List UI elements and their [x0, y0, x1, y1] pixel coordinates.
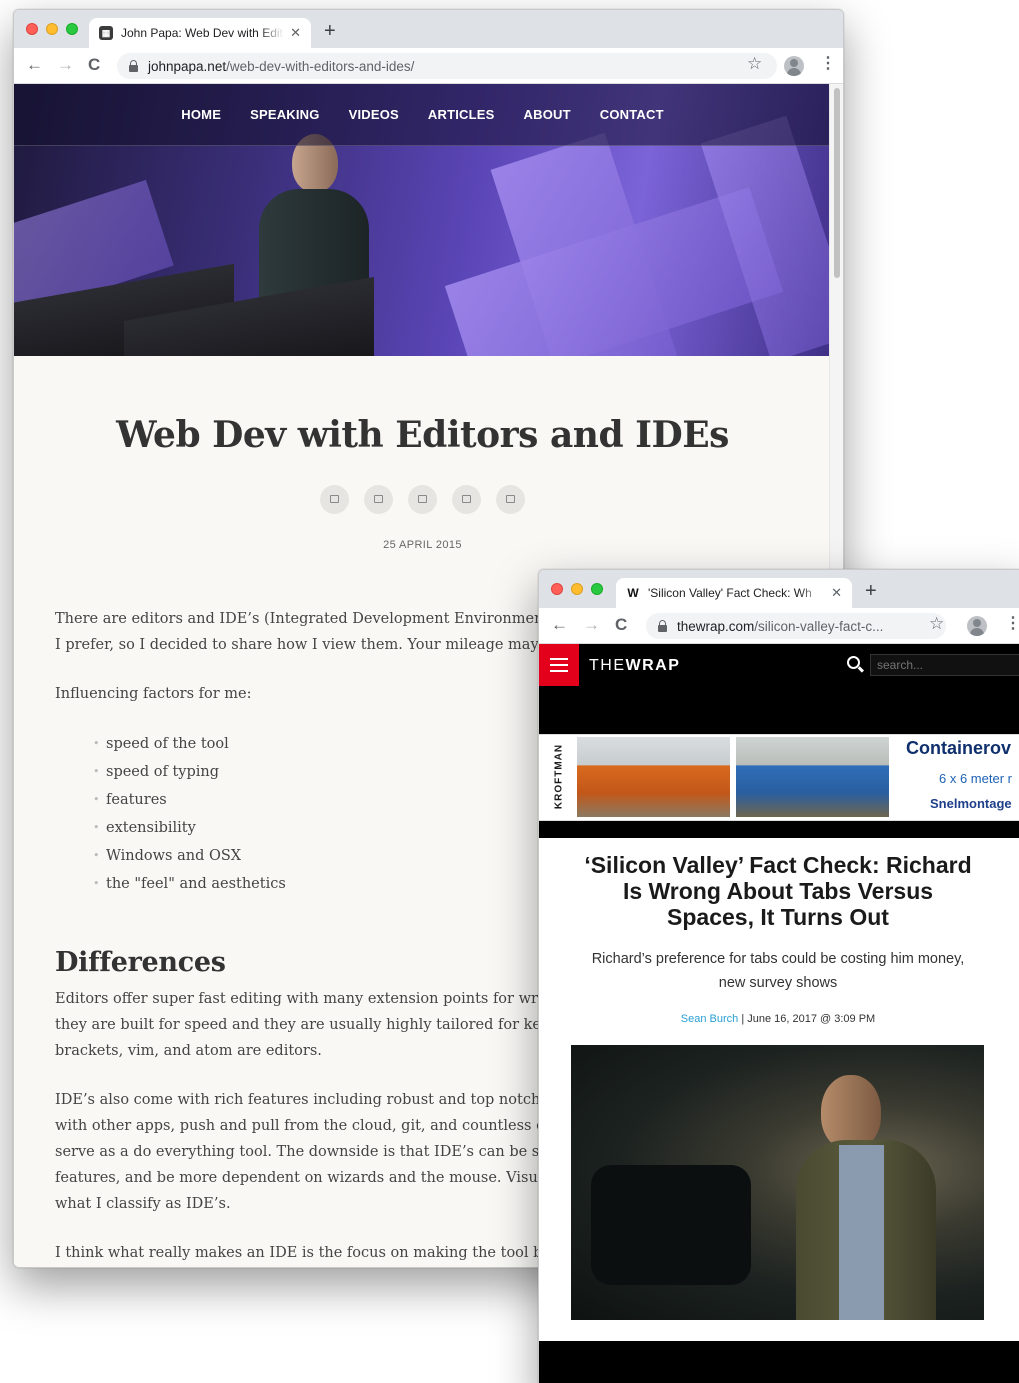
- close-tab-icon[interactable]: ✕: [831, 585, 842, 601]
- nav-articles[interactable]: ARTICLES: [428, 107, 495, 122]
- back-button[interactable]: ←: [26, 55, 43, 75]
- forward-button[interactable]: →: [57, 55, 74, 75]
- ad-size: 6 x 6 meter r: [939, 771, 1012, 786]
- ad-cta: Snelmontage: [930, 796, 1012, 811]
- address-bar[interactable]: thewrap.com/silicon-valley-fact-c...: [646, 613, 946, 639]
- scrollbar-thumb[interactable]: [834, 88, 840, 278]
- ad-title: Containerov: [906, 738, 1012, 758]
- ad-brand-logo: KROFTMAN: [553, 743, 565, 810]
- tab-strip: W 'Silicon Valley' Fact Check: Wh ✕ +: [539, 570, 1019, 608]
- minimize-window-button[interactable]: [571, 583, 583, 595]
- ad-image: [736, 737, 889, 817]
- share-icon: [374, 495, 383, 503]
- share-icon: [418, 495, 427, 503]
- site-logo[interactable]: THEWRAP: [589, 657, 680, 675]
- close-tab-icon[interactable]: ✕: [290, 25, 301, 41]
- browser-toolbar: ← → C thewrap.com/silicon-valley-fact-c.…: [539, 608, 1019, 644]
- forward-button[interactable]: →: [583, 615, 600, 635]
- article-dek: Richard’s preference for tabs could be c…: [591, 951, 965, 991]
- nav-contact[interactable]: CONTACT: [600, 107, 664, 122]
- search-input[interactable]: [870, 654, 1019, 676]
- window-controls: [551, 583, 603, 595]
- nav-about[interactable]: ABOUT: [524, 107, 571, 122]
- close-window-button[interactable]: [26, 23, 38, 35]
- zoom-window-button[interactable]: [591, 583, 603, 595]
- reload-button[interactable]: C: [88, 55, 100, 75]
- ad-top-band: [539, 686, 1019, 734]
- site-favicon-icon: ▦: [99, 26, 113, 40]
- ad-bottom-band: [539, 821, 1019, 838]
- article-photo: [571, 1045, 984, 1320]
- post-date: 25 APRIL 2015: [383, 539, 462, 551]
- hamburger-menu-button[interactable]: [539, 644, 579, 686]
- reload-button[interactable]: C: [615, 615, 627, 635]
- author-link[interactable]: Sean Burch: [681, 1013, 738, 1025]
- nav-speaking[interactable]: SPEAKING: [250, 107, 320, 122]
- hero-banner: HOME SPEAKING VIDEOS ARTICLES ABOUT CONT…: [14, 84, 831, 356]
- lock-icon: [129, 60, 138, 72]
- share-buttons: [320, 485, 525, 514]
- address-bar[interactable]: johnpapa.net/web-dev-with-editors-and-id…: [117, 53, 777, 79]
- site-header: THEWRAP: [539, 644, 1019, 686]
- footer-band: [539, 1341, 1019, 1383]
- tab-strip: ▦ John Papa: Web Dev with Editors and ID…: [14, 10, 843, 48]
- close-window-button[interactable]: [551, 583, 563, 595]
- tab-title: John Papa: Web Dev with Editors and IDEs: [121, 26, 284, 40]
- article-title: ‘Silicon Valley’ Fact Check: Richard Is …: [584, 852, 972, 930]
- browser-toolbar: ← → C johnpapa.net/web-dev-with-editors-…: [14, 48, 843, 84]
- minimize-window-button[interactable]: [46, 23, 58, 35]
- advertisement-banner[interactable]: KROFTMAN Containerov 6 x 6 meter r Snelm…: [539, 734, 1019, 821]
- tab-johnpapa[interactable]: ▦ John Papa: Web Dev with Editors and ID…: [89, 18, 311, 48]
- browser-menu-icon[interactable]: ⋮: [1005, 614, 1019, 634]
- url-text: johnpapa.net/web-dev-with-editors-and-id…: [148, 58, 415, 74]
- share-button[interactable]: [408, 485, 437, 514]
- zoom-window-button[interactable]: [66, 23, 78, 35]
- nav-home[interactable]: HOME: [181, 107, 221, 122]
- url-text: thewrap.com/silicon-valley-fact-c...: [677, 618, 884, 634]
- nav-videos[interactable]: VIDEOS: [349, 107, 399, 122]
- tab-title: 'Silicon Valley' Fact Check: Wh: [648, 586, 812, 600]
- share-button[interactable]: [452, 485, 481, 514]
- browser-menu-icon[interactable]: ⋮: [820, 54, 836, 74]
- site-favicon-icon: W: [627, 586, 639, 600]
- new-tab-button[interactable]: +: [324, 21, 336, 41]
- post-title: Web Dev with Editors and IDEs: [116, 414, 729, 456]
- ad-image: [577, 737, 730, 817]
- thewrap-browser-window: W 'Silicon Valley' Fact Check: Wh ✕ + ← …: [538, 569, 1019, 1383]
- article-byline: Sean Burch | June 16, 2017 @ 3:09 PM: [680, 1013, 876, 1025]
- new-tab-button[interactable]: +: [865, 581, 877, 601]
- share-icon: [330, 495, 339, 503]
- bookmark-star-icon[interactable]: ☆: [929, 614, 944, 634]
- back-button[interactable]: ←: [551, 615, 568, 635]
- window-controls: [26, 23, 78, 35]
- search-icon[interactable]: [847, 656, 860, 669]
- share-button[interactable]: [496, 485, 525, 514]
- share-icon: [506, 495, 515, 503]
- share-button[interactable]: [320, 485, 349, 514]
- page-content: THEWRAP KROFTMAN Containerov 6 x 6 meter…: [539, 644, 1019, 1383]
- site-nav: HOME SPEAKING VIDEOS ARTICLES ABOUT CONT…: [14, 84, 831, 146]
- profile-avatar-icon[interactable]: [967, 616, 987, 636]
- bookmark-star-icon[interactable]: ☆: [747, 54, 762, 74]
- share-button[interactable]: [364, 485, 393, 514]
- profile-avatar-icon[interactable]: [784, 56, 804, 76]
- share-icon: [462, 495, 471, 503]
- lock-icon: [658, 620, 667, 632]
- tab-thewrap[interactable]: W 'Silicon Valley' Fact Check: Wh ✕: [616, 578, 852, 608]
